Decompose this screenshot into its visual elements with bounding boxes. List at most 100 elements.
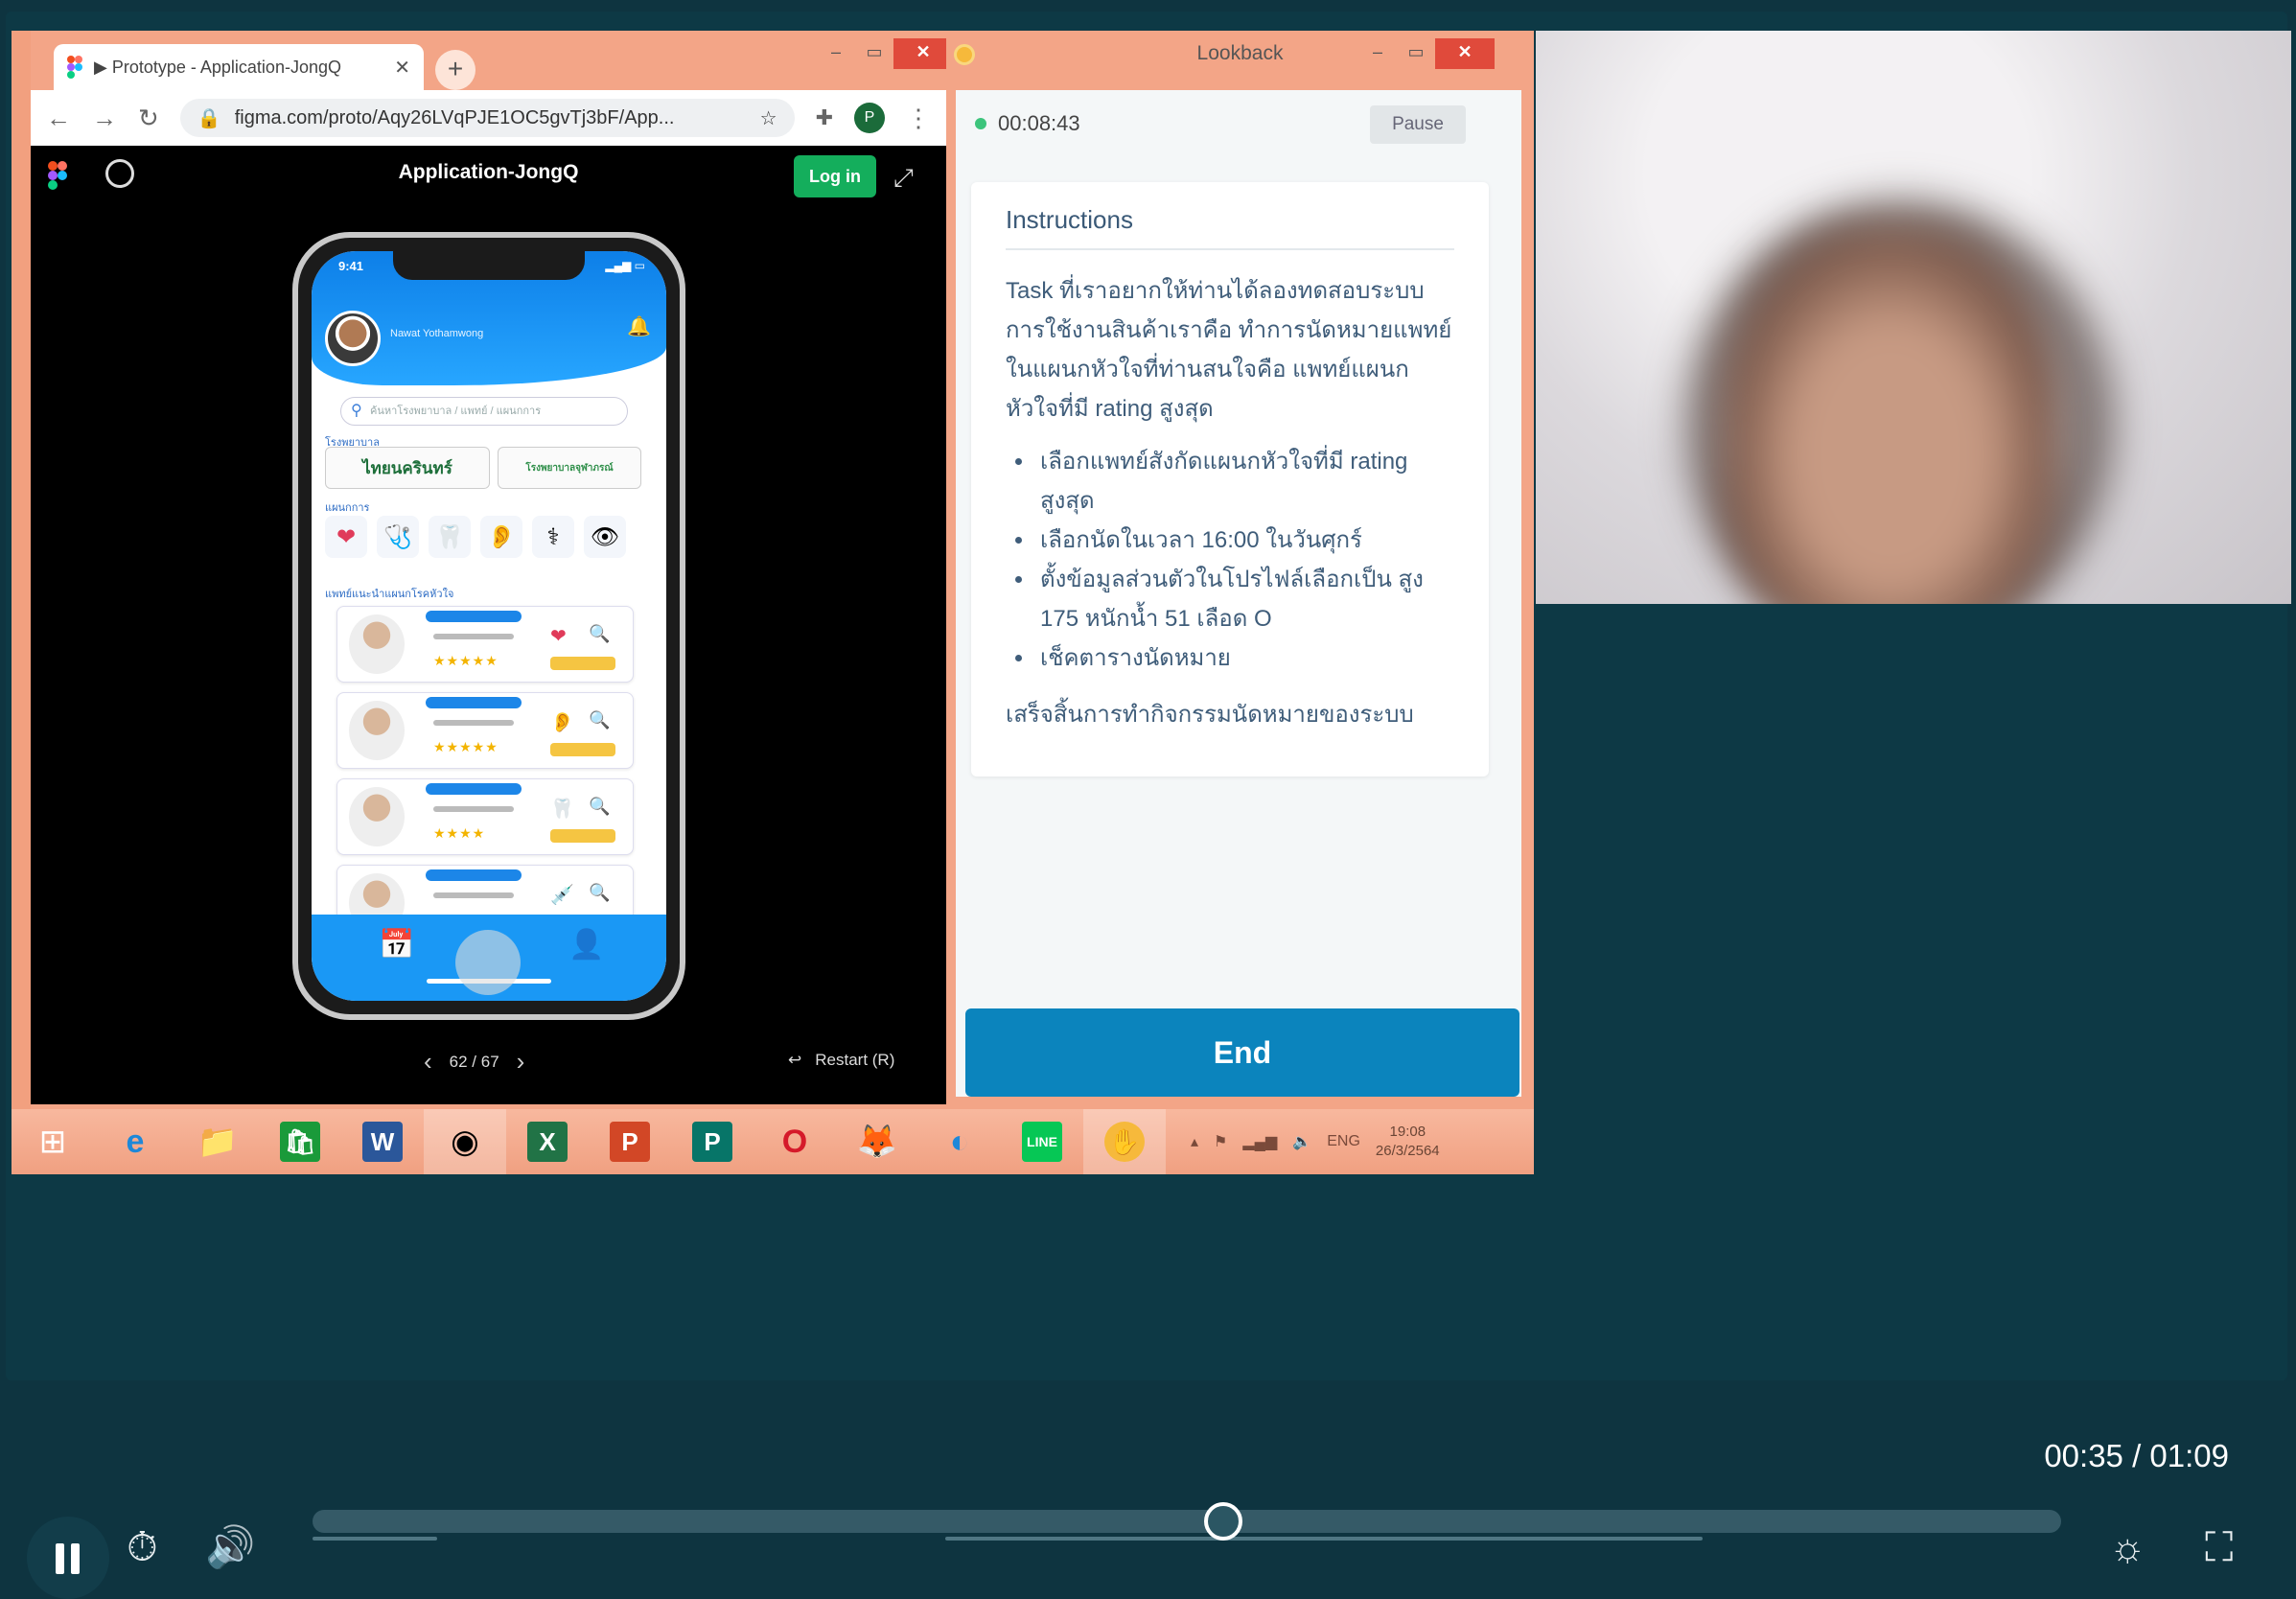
- taskbar-clock[interactable]: 19:08 26/3/2564: [1376, 1123, 1440, 1161]
- store-icon[interactable]: 🛍: [259, 1109, 341, 1174]
- minimize-button[interactable]: –: [1358, 38, 1397, 69]
- tooth-icon[interactable]: 🦷: [429, 516, 471, 558]
- eye-icon[interactable]: 👁: [584, 516, 626, 558]
- tab-title: ▶ Prototype - Application-JongQ: [94, 57, 341, 77]
- hospital-row: ไทยนครินทร์ โรงพยาบาลจุฬาภรณ์: [325, 447, 641, 489]
- opera-icon[interactable]: O: [754, 1109, 836, 1174]
- heart-icon[interactable]: ❤: [325, 516, 367, 558]
- doctor-dept-tag: [426, 783, 522, 795]
- volume-icon[interactable]: 🔊: [205, 1524, 255, 1571]
- lookback-taskbar-icon[interactable]: ✋: [1083, 1109, 1166, 1174]
- departments-section-label: แผนกการ: [325, 502, 370, 514]
- pause-button[interactable]: Pause: [1370, 105, 1466, 144]
- browser-tab[interactable]: ▶ Prototype - Application-JongQ ✕: [54, 44, 424, 90]
- login-button[interactable]: Log in: [794, 155, 876, 197]
- doctor-card[interactable]: ★★★★★ ❤ 🔍: [336, 606, 634, 683]
- participant-face-blur: [1718, 222, 2063, 604]
- book-button[interactable]: [550, 829, 615, 843]
- bookmark-star-icon[interactable]: ☆: [760, 106, 777, 130]
- ear-icon: 👂: [550, 712, 574, 733]
- ear-icon[interactable]: 👂: [480, 516, 522, 558]
- windows-start-icon[interactable]: ⊞: [12, 1109, 94, 1174]
- clock-time: 19:08: [1389, 1124, 1426, 1140]
- playback-time: 00:35 / 01:09: [2044, 1438, 2229, 1473]
- recording-dot-icon: [975, 118, 986, 129]
- tab-close-icon[interactable]: ✕: [394, 56, 410, 80]
- rating-stars: ★★★★★: [433, 653, 499, 668]
- app-tab-bar: 📅 👤: [312, 915, 666, 1001]
- doctor-dept-tag: [426, 611, 522, 622]
- page-counter: 62 / 67: [449, 1052, 499, 1071]
- new-tab-button[interactable]: +: [435, 50, 475, 90]
- edge-icon[interactable]: ◐: [918, 1109, 1001, 1174]
- figma-toolbar: Application-JongQ Log in ⤢: [31, 146, 946, 203]
- bell-icon[interactable]: 🔔: [627, 314, 651, 338]
- doctor-name-line: [433, 634, 514, 639]
- doctor-photo: [349, 614, 405, 674]
- brightness-icon[interactable]: ☼: [2109, 1524, 2146, 1570]
- fullscreen-icon[interactable]: ⤢: [893, 163, 914, 194]
- stopwatch-icon[interactable]: ⏱: [127, 1524, 158, 1571]
- profile-avatar[interactable]: P: [854, 103, 885, 133]
- end-button[interactable]: End: [965, 1008, 1519, 1097]
- doctor-list: ★★★★★ ❤ 🔍 ★★★★★ 👂 🔍 ★★★★ 🦷 🔍 ★★★★ 💉 🔍: [336, 606, 634, 951]
- seek-bar[interactable]: [313, 1502, 2061, 1541]
- reload-icon[interactable]: ↻: [138, 104, 159, 133]
- prev-page-icon[interactable]: ‹: [424, 1047, 432, 1077]
- forward-icon[interactable]: →: [92, 104, 117, 133]
- internet-explorer-icon[interactable]: e: [94, 1109, 176, 1174]
- network-icon[interactable]: ▂▄▆: [1242, 1132, 1277, 1151]
- next-page-icon[interactable]: ›: [517, 1047, 525, 1077]
- user-name: Nawat Yothamwong: [390, 328, 484, 339]
- calendar-icon[interactable]: 📅: [379, 928, 414, 962]
- doctor-card[interactable]: ★★★★ 🦷 🔍: [336, 778, 634, 855]
- syringe-icon: 💉: [550, 885, 574, 906]
- extensions-puzzle-icon[interactable]: ✚: [816, 105, 833, 130]
- excel-icon[interactable]: X: [506, 1109, 589, 1174]
- address-bar-row: ← → ↻ 🔒 figma.com/proto/Aqy26LVqPJE1OC5g…: [31, 90, 946, 146]
- avatar[interactable]: [325, 311, 381, 366]
- seek-handle[interactable]: [1204, 1502, 1243, 1541]
- hospital-card[interactable]: ไทยนครินทร์: [325, 447, 490, 489]
- close-window-button[interactable]: ✕: [893, 38, 953, 69]
- back-icon[interactable]: ←: [46, 104, 71, 133]
- firefox-icon[interactable]: 🦊: [836, 1109, 918, 1174]
- publisher-icon[interactable]: P: [671, 1109, 754, 1174]
- chrome-icon[interactable]: ◉: [424, 1109, 506, 1174]
- seek-buffer: [945, 1537, 1704, 1541]
- file-explorer-icon[interactable]: 📁: [176, 1109, 259, 1174]
- tray-up-icon[interactable]: ▴: [1191, 1132, 1198, 1151]
- doctor-card[interactable]: ★★★★★ 👂 🔍: [336, 692, 634, 769]
- book-button[interactable]: [550, 657, 615, 670]
- close-window-button[interactable]: ✕: [1435, 38, 1495, 69]
- touch-indicator: [455, 930, 521, 995]
- minimize-button[interactable]: –: [817, 38, 855, 69]
- kebab-menu-icon[interactable]: ⋮: [906, 104, 931, 133]
- fullscreen-icon[interactable]: ⛶: [2205, 1524, 2233, 1571]
- profile-icon[interactable]: 👤: [568, 928, 604, 962]
- recorded-desktop: ▶ Prototype - Application-JongQ ✕ + – ▭ …: [12, 31, 1534, 1174]
- volume-icon[interactable]: 🔈: [1292, 1132, 1311, 1151]
- flag-icon[interactable]: ⚑: [1214, 1132, 1227, 1151]
- restart-button[interactable]: ↩ Restart (R): [788, 1051, 894, 1070]
- phone-screen[interactable]: 9:41 ▂▄▆ ▭ Nawat Yothamwong 🔔 ค้นหาโรงพย…: [312, 251, 666, 1001]
- url-text: figma.com/proto/Aqy26LVqPJE1OC5gvTj3bF/A…: [234, 106, 675, 128]
- line-icon[interactable]: LINE: [1001, 1109, 1083, 1174]
- instructions-title: Instructions: [1006, 205, 1454, 250]
- phone-frame: 9:41 ▂▄▆ ▭ Nawat Yothamwong 🔔 ค้นหาโรงพย…: [292, 232, 685, 1020]
- hospital-card[interactable]: โรงพยาบาลจุฬาภรณ์: [498, 447, 641, 489]
- maximize-button[interactable]: ▭: [1397, 38, 1435, 69]
- powerpoint-icon[interactable]: P: [589, 1109, 671, 1174]
- syringe-icon[interactable]: 🩺: [377, 516, 419, 558]
- phone-notch: [393, 251, 585, 280]
- book-button[interactable]: [550, 743, 615, 756]
- word-icon[interactable]: W: [341, 1109, 424, 1174]
- url-field[interactable]: 🔒 figma.com/proto/Aqy26LVqPJE1OC5gvTj3bF…: [179, 99, 795, 137]
- language-indicator[interactable]: ENG: [1327, 1133, 1360, 1150]
- lookback-window-controls: – ▭ ✕: [1358, 38, 1495, 69]
- list-item: ตั้งข้อมูลส่วนตัวในโปรไฟล์เลือกเป็น สูง …: [1006, 560, 1454, 638]
- maximize-button[interactable]: ▭: [855, 38, 893, 69]
- pause-button[interactable]: [27, 1517, 109, 1599]
- app-search-input[interactable]: ค้นหาโรงพยาบาล / แพทย์ / แผนกการ: [340, 397, 628, 426]
- stethoscope-icon[interactable]: ⚕: [532, 516, 574, 558]
